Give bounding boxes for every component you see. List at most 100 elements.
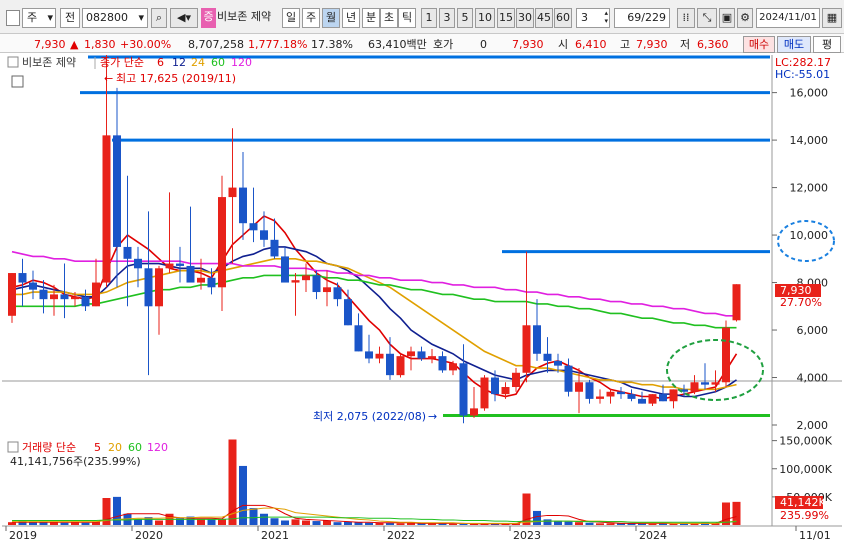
search-button[interactable]: ⌕ xyxy=(151,8,167,28)
speaker-button[interactable]: ◀▾ xyxy=(170,8,198,28)
candle-body[interactable] xyxy=(428,356,436,359)
candle-body[interactable] xyxy=(186,265,195,283)
candle-body[interactable] xyxy=(470,408,478,416)
candle-body[interactable] xyxy=(29,282,37,290)
candle-body[interactable] xyxy=(491,377,499,395)
interval-5[interactable]: 5 xyxy=(457,8,473,28)
candle-body[interactable] xyxy=(312,275,321,293)
interval-30[interactable]: 30 xyxy=(516,8,534,28)
candle-body[interactable] xyxy=(585,382,594,399)
candle-body[interactable] xyxy=(102,135,111,283)
candle-body[interactable] xyxy=(260,230,268,240)
volume-bar[interactable] xyxy=(270,518,279,525)
volume-bar[interactable] xyxy=(575,522,583,525)
candle-body[interactable] xyxy=(39,289,48,300)
candle-body[interactable] xyxy=(459,363,468,416)
volume-bar[interactable] xyxy=(323,520,331,526)
draw-tool-button[interactable]: ⤡ xyxy=(697,8,717,28)
settings-button[interactable]: ⚙ xyxy=(737,8,753,28)
candle-body[interactable] xyxy=(386,353,394,376)
candle-body[interactable] xyxy=(438,356,447,371)
candle-body[interactable] xyxy=(648,394,657,404)
tab-monthly[interactable]: 월 xyxy=(322,8,340,28)
volume-bar[interactable] xyxy=(218,519,226,525)
volume-bar[interactable] xyxy=(449,523,457,525)
volume-bar[interactable] xyxy=(312,521,321,525)
price-chart[interactable]: 2,0004,0006,0008,00010,00012,00014,00016… xyxy=(0,55,844,545)
candle-body[interactable] xyxy=(144,268,153,307)
candle-body[interactable] xyxy=(533,325,541,354)
candle-body[interactable] xyxy=(239,187,247,224)
volume-bar[interactable] xyxy=(239,465,247,525)
volume-bar[interactable] xyxy=(606,523,615,525)
volume-bar[interactable] xyxy=(228,439,237,526)
candle-body[interactable] xyxy=(722,327,730,383)
candle-body[interactable] xyxy=(659,394,667,402)
candle-body[interactable] xyxy=(81,296,90,307)
volume-bar[interactable] xyxy=(249,508,258,525)
candle-body[interactable] xyxy=(134,258,142,269)
candle-body[interactable] xyxy=(596,396,604,399)
volume-bar[interactable] xyxy=(281,520,289,526)
interval-1[interactable]: 1 xyxy=(421,8,437,28)
candle-body[interactable] xyxy=(690,382,699,392)
stock-code-input[interactable]: 082800 ▾ xyxy=(82,8,148,28)
volume-bar[interactable] xyxy=(533,510,541,525)
volume-bar[interactable] xyxy=(669,523,678,525)
volume-bar[interactable] xyxy=(155,520,163,526)
volume-bar[interactable] xyxy=(197,519,205,525)
volume-bar[interactable] xyxy=(81,522,90,525)
sell-button[interactable]: 매도 xyxy=(777,36,811,53)
tab-tick[interactable]: 틱 xyxy=(398,8,416,28)
candle-body[interactable] xyxy=(617,391,625,395)
save-button[interactable]: ▣ xyxy=(719,8,735,28)
grid-toggle-icon[interactable] xyxy=(11,75,24,88)
volume-bar[interactable] xyxy=(333,522,342,525)
volume-bar[interactable] xyxy=(396,523,405,525)
interval-60[interactable]: 60 xyxy=(554,8,572,28)
candle-body[interactable] xyxy=(564,365,573,392)
volume-bar[interactable] xyxy=(365,522,373,525)
candle-body[interactable] xyxy=(155,268,163,307)
tab-weekly[interactable]: 주 xyxy=(302,8,320,28)
candle-body[interactable] xyxy=(449,363,457,371)
interval-45[interactable]: 45 xyxy=(535,8,553,28)
candle-body[interactable] xyxy=(123,246,132,259)
volume-bar[interactable] xyxy=(60,522,69,525)
volume-bar[interactable] xyxy=(459,523,468,525)
chart-type-select[interactable]: 주 ▾ xyxy=(22,8,56,28)
candle-body[interactable] xyxy=(165,263,174,269)
candle-body[interactable] xyxy=(50,294,58,300)
candle-body[interactable] xyxy=(480,377,489,409)
tab-daily[interactable]: 일 xyxy=(282,8,300,28)
candle-body[interactable] xyxy=(711,382,720,385)
candle-body[interactable] xyxy=(197,277,205,283)
candle-body[interactable] xyxy=(302,275,310,281)
candle-body[interactable] xyxy=(575,382,583,392)
tab-yearly[interactable]: 년 xyxy=(342,8,360,28)
candle-body[interactable] xyxy=(71,296,79,300)
calendar-button[interactable]: ▦ xyxy=(822,8,842,28)
candle-body[interactable] xyxy=(365,351,373,359)
interval-10[interactable]: 10 xyxy=(475,8,495,28)
candle-body[interactable] xyxy=(417,351,426,359)
volume-bar[interactable] xyxy=(648,523,657,525)
candle-body[interactable] xyxy=(291,280,300,283)
candle-body[interactable] xyxy=(218,197,226,288)
tab-second[interactable]: 초 xyxy=(380,8,398,28)
count-field[interactable]: 69/229 xyxy=(614,8,670,28)
interval-3[interactable]: 3 xyxy=(439,8,455,28)
candle-body[interactable] xyxy=(638,398,646,404)
candle-body[interactable] xyxy=(543,353,552,361)
volume-bar[interactable] xyxy=(585,522,594,525)
candle-body[interactable] xyxy=(375,353,384,359)
volume-bar[interactable] xyxy=(291,519,300,525)
candle-body[interactable] xyxy=(176,263,184,266)
candle-body[interactable] xyxy=(522,325,531,373)
volume-bar[interactable] xyxy=(543,519,552,525)
candle-body[interactable] xyxy=(732,284,741,321)
volume-bar[interactable] xyxy=(113,496,121,525)
candle-body[interactable] xyxy=(606,391,615,397)
candle-body[interactable] xyxy=(554,360,562,366)
candle-body[interactable] xyxy=(501,387,510,395)
